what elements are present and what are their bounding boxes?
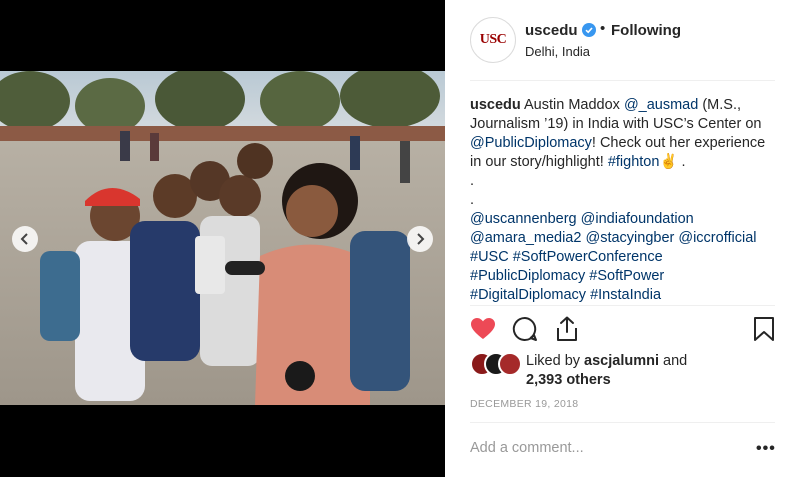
post-username[interactable]: uscedu — [525, 22, 578, 39]
post-caption: uscedu Austin Maddox @_ausmad (M.S., Jou… — [470, 96, 780, 305]
divider — [470, 80, 775, 81]
liked-by-user[interactable]: ascjalumni — [584, 353, 659, 369]
post-detail-panel: USC uscedu • Following Delhi, India usce… — [445, 0, 800, 477]
tags-line[interactable]: #DigitalDiplomacy #InstaIndia — [470, 286, 780, 305]
chevron-right-icon — [417, 233, 425, 245]
instagram-post: USC uscedu • Following Delhi, India usce… — [0, 0, 800, 477]
bookmark-icon[interactable] — [751, 316, 777, 342]
separator-bullet: • — [600, 20, 606, 37]
liked-by-prefix: Liked by — [526, 353, 585, 369]
verified-badge-icon — [582, 23, 596, 37]
action-bar — [470, 316, 775, 344]
likes-text: Liked by ascjalumni and 2,393 others — [526, 352, 687, 390]
liked-by: Liked by ascjalumni and 2,393 others — [470, 348, 775, 388]
tags-line[interactable]: @amara_media2 @stacyingber @iccrofficial — [470, 229, 780, 248]
avatar[interactable]: USC — [470, 17, 516, 63]
tags-line[interactable]: #USC #SoftPowerConference — [470, 248, 780, 267]
hashtag-link[interactable]: #fighton — [608, 154, 660, 170]
comment-input[interactable]: Add a comment... — [470, 440, 584, 456]
usc-logo: USC — [479, 32, 507, 47]
liked-by-and: and — [659, 353, 688, 369]
heart-icon[interactable] — [470, 316, 496, 342]
liker-avatar[interactable] — [498, 352, 522, 376]
previous-slide-button[interactable] — [12, 226, 38, 252]
divider — [470, 422, 775, 423]
post-photo[interactable] — [0, 71, 445, 405]
photo-people — [40, 131, 410, 405]
more-options-button[interactable]: ••• — [756, 440, 776, 458]
post-header: USC uscedu • Following Delhi, India — [470, 17, 780, 77]
following-button[interactable]: Following — [611, 22, 681, 39]
post-location[interactable]: Delhi, India — [525, 44, 590, 59]
share-icon[interactable] — [554, 316, 580, 342]
post-date[interactable]: DECEMBER 19, 2018 — [470, 398, 578, 410]
next-slide-button[interactable] — [407, 226, 433, 252]
chevron-left-icon — [20, 233, 28, 245]
divider — [470, 305, 775, 306]
caption-text: Austin Maddox — [520, 97, 624, 113]
caption-username[interactable]: uscedu — [470, 97, 521, 113]
comment-icon[interactable] — [512, 316, 538, 342]
likes-count[interactable]: 2,393 others — [526, 372, 611, 388]
tags-line[interactable]: @uscannenberg @indiafoundation — [470, 210, 780, 229]
caption-text: . — [677, 154, 686, 170]
caption-dot: . — [470, 173, 475, 189]
mention-link[interactable]: @_ausmad — [624, 97, 698, 113]
tags-line[interactable]: #PublicDiplomacy #SoftPower — [470, 267, 780, 286]
mention-link[interactable]: @PublicDiplomacy — [470, 135, 592, 151]
media-panel — [0, 0, 445, 477]
victory-emoji: ✌ — [659, 154, 678, 170]
caption-dot: . — [470, 192, 475, 208]
